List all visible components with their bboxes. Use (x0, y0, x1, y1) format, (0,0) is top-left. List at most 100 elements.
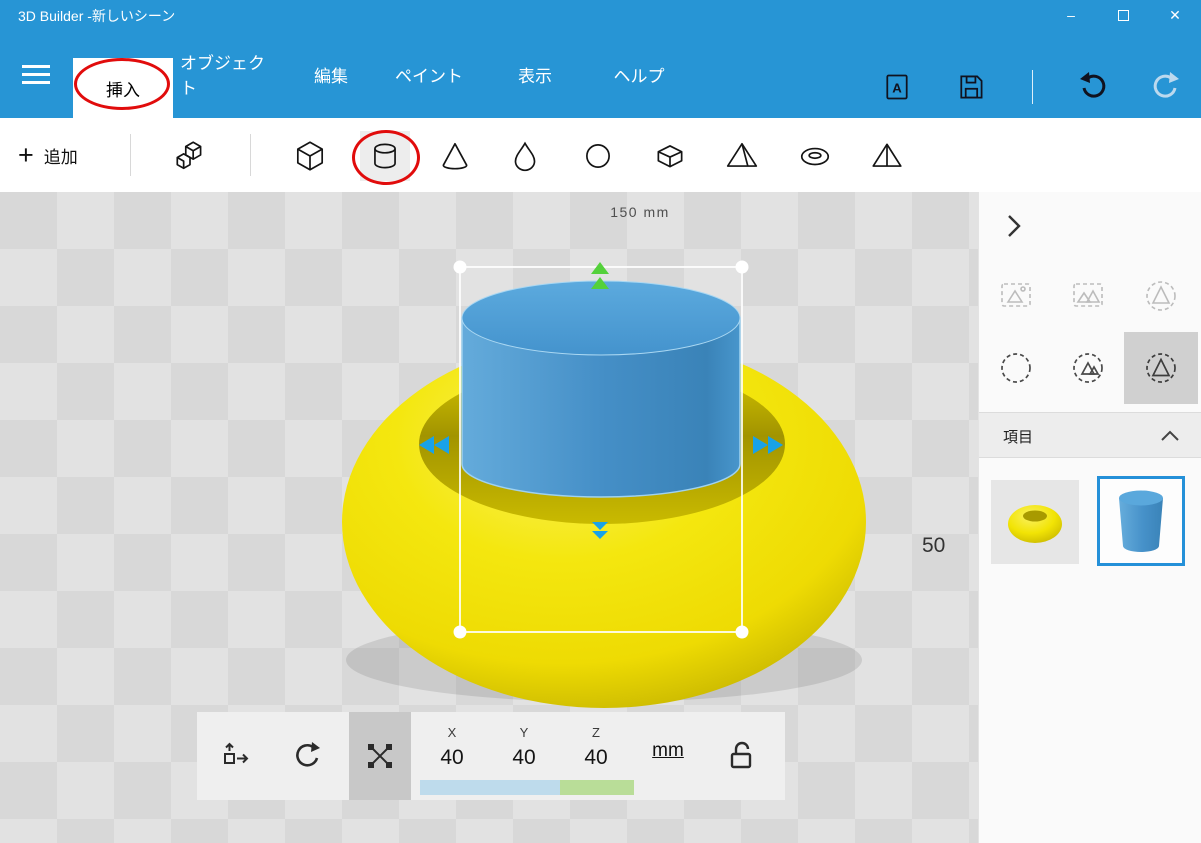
aspect-lock-button[interactable] (719, 712, 763, 800)
print-button[interactable]: A (880, 70, 914, 104)
library-button[interactable] (165, 131, 215, 181)
selection-handle-bottom-left[interactable] (453, 625, 467, 639)
chevron-right-icon (1008, 215, 1021, 237)
close-button[interactable]: ✕ (1149, 0, 1201, 30)
select-object-icon (1146, 353, 1176, 383)
save-icon (960, 75, 983, 99)
tab-paint[interactable]: ペイント (390, 30, 468, 118)
undo-button[interactable] (1076, 70, 1110, 104)
sphere-icon (586, 144, 610, 168)
tab-help[interactable]: ヘルプ (608, 30, 670, 118)
y-axis-label: Y (519, 725, 529, 740)
selection-handle-top-left[interactable] (453, 260, 467, 274)
redo-button[interactable] (1149, 70, 1183, 104)
cylinder-thumbnail-icon (1119, 490, 1163, 552)
y-axis-field[interactable]: Y 40 (496, 712, 552, 800)
select-invert-button[interactable] (1051, 332, 1125, 404)
item-thumbnail-torus[interactable] (991, 480, 1079, 564)
dimension-label-width: 150 mm (610, 204, 670, 220)
title-bar: 3D Builder -新しいシーン – ✕ (0, 0, 1201, 30)
selection-handle-bottom-right[interactable] (735, 625, 749, 639)
shape-toolbar: + 追加 (0, 118, 1201, 192)
shape-tetrahedron-button[interactable] (862, 131, 912, 181)
move-icon (224, 742, 249, 764)
boolean-merge-button[interactable] (979, 260, 1053, 332)
torus-thumbnail-icon (1008, 505, 1062, 543)
3d-viewport[interactable]: 150 mm 50 X 40 Y 40 Z 40 mm (0, 192, 978, 843)
items-header-label: 項目 (1003, 429, 1034, 446)
tab-insert[interactable]: 挿入 (73, 58, 173, 118)
teardrop-icon (514, 141, 536, 172)
window-controls: – ✕ (1045, 0, 1201, 30)
maximize-icon (1117, 9, 1129, 21)
z-axis-field[interactable]: Z 40 (568, 712, 624, 800)
subtract-icon (1146, 281, 1176, 311)
shape-cone-button[interactable] (430, 131, 480, 181)
shape-cylinder-button[interactable] (360, 131, 410, 181)
panel-collapse-button[interactable] (997, 206, 1031, 246)
shape-teardrop-button[interactable] (500, 131, 550, 181)
shape-cube-button[interactable] (285, 131, 335, 181)
select-object-button[interactable] (1124, 332, 1198, 404)
x-axis-value[interactable]: 40 (424, 746, 480, 770)
unlock-icon (730, 741, 752, 769)
shape-hexprism-button[interactable] (645, 131, 695, 181)
shape-pyramid-button[interactable] (717, 131, 767, 181)
tetrahedron-icon (872, 143, 902, 167)
model-library-icon (176, 141, 202, 170)
rotate-tool-button[interactable] (277, 712, 339, 800)
items-collapse-button[interactable] (1156, 423, 1184, 449)
print-icon: A (886, 74, 908, 100)
intersect-icon (1073, 283, 1103, 307)
items-section-header: 項目 (979, 412, 1201, 458)
redo-icon (1153, 72, 1179, 98)
select-invert-icon (1073, 353, 1103, 383)
add-button[interactable]: + 追加 (18, 118, 78, 192)
dimension-label-height: 50 (922, 534, 946, 557)
minimize-button[interactable]: – (1045, 0, 1097, 30)
y-axis-value[interactable]: 40 (496, 746, 552, 770)
toolbar-divider (250, 134, 251, 176)
window-title: 3D Builder -新しいシーン (18, 8, 176, 24)
merge-icon (1001, 283, 1031, 307)
x-axis-field[interactable]: X 40 (424, 712, 480, 800)
hamburger-menu-button[interactable] (22, 60, 52, 86)
x-axis-label: X (447, 725, 457, 740)
rotate-icon (296, 742, 320, 767)
tab-edit[interactable]: 編集 (301, 30, 361, 118)
unit-toggle[interactable]: mm (645, 740, 691, 762)
boolean-subtract-button[interactable] (1124, 260, 1198, 332)
right-panel: 項目 (978, 192, 1201, 843)
maximize-button[interactable] (1097, 0, 1149, 30)
plus-icon: + (18, 139, 34, 170)
chevron-up-icon (1161, 430, 1179, 441)
hexagonal-prism-icon (657, 145, 683, 168)
select-none-icon (1001, 353, 1031, 383)
move-tool-button[interactable] (205, 712, 267, 800)
cylinder-top-face (461, 280, 741, 356)
cube-icon (296, 141, 324, 171)
minimize-icon: – (1067, 7, 1075, 23)
menu-divider (1032, 70, 1033, 104)
tab-view[interactable]: 表示 (505, 30, 565, 118)
selection-handle-top-right[interactable] (735, 260, 749, 274)
select-none-button[interactable] (979, 332, 1053, 404)
shape-sphere-button[interactable] (573, 131, 623, 181)
transform-toolbar: X 40 Y 40 Z 40 mm (197, 712, 785, 800)
boolean-intersect-button[interactable] (1051, 260, 1125, 332)
shape-torus-button[interactable] (790, 131, 840, 181)
z-axis-value[interactable]: 40 (568, 746, 624, 770)
save-button[interactable] (954, 70, 988, 104)
hamburger-icon (22, 65, 50, 68)
svg-text:A: A (892, 80, 902, 95)
toolbar-divider (130, 134, 131, 176)
cylinder-icon (374, 143, 396, 169)
tab-object[interactable]: オブジェクト (180, 30, 270, 118)
undo-icon (1080, 72, 1106, 98)
pyramid-icon (726, 142, 758, 167)
torus-icon (800, 147, 830, 166)
add-label: 追加 (43, 147, 78, 167)
scale-tool-button[interactable] (349, 712, 411, 800)
item-thumbnail-cylinder[interactable] (1097, 476, 1185, 566)
close-icon: ✕ (1169, 6, 1181, 23)
